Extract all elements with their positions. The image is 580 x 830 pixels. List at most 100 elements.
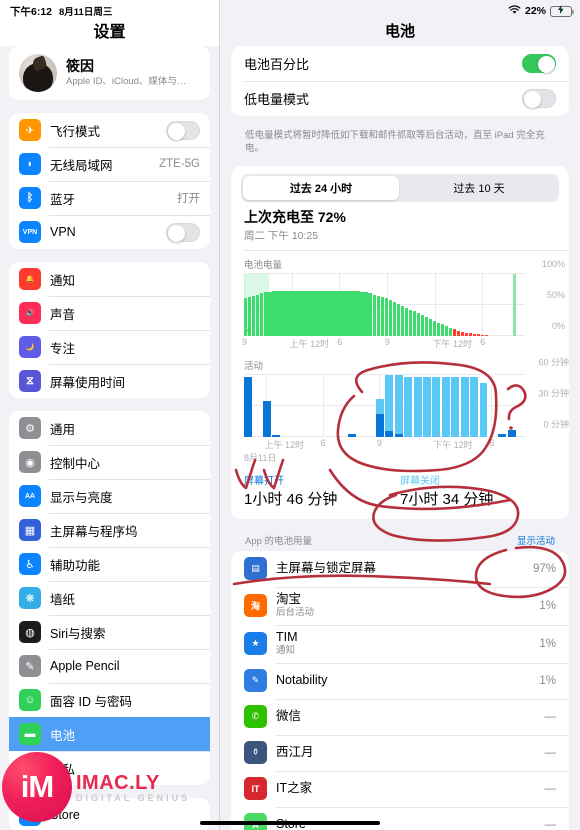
sidebar-item-飞行模式[interactable]: ✈ 飞行模式 bbox=[9, 113, 210, 147]
apps-section-header: App 的电池用量 显示活动 bbox=[231, 527, 569, 551]
app-name: 淘宝 bbox=[276, 591, 302, 606]
sidebar-item-蓝牙[interactable]: ᛒ 蓝牙 打开 bbox=[9, 181, 210, 215]
sidebar-item-辅助功能[interactable]: ♿ 辅助功能 bbox=[9, 547, 210, 581]
battery-bar bbox=[252, 295, 256, 336]
sidebar-item-Apple Pencil[interactable]: ✎ Apple Pencil bbox=[9, 649, 210, 683]
sidebar-item-通用[interactable]: ⚙ 通用 bbox=[9, 411, 210, 445]
battery-bar bbox=[320, 290, 324, 336]
app-usage-row[interactable]: ★ TIM 通知 1% bbox=[231, 624, 569, 663]
sidebar-group-0[interactable]: ✈ 飞行模式 ◗ 无线局域网 ZTE-5G ᛒ 蓝牙 打开 VPN VPN bbox=[9, 113, 210, 249]
wallpaper-icon: ❋ bbox=[19, 587, 41, 609]
battery-bar bbox=[388, 300, 392, 336]
battery-usage-card[interactable]: 过去 24 小时 过去 10 天 上次充电至 72% 周二 下午 10:25 电… bbox=[231, 165, 569, 519]
face-id-icon: ☺ bbox=[19, 689, 41, 711]
gear-icon: ⚙ bbox=[19, 417, 41, 439]
profile-card[interactable]: 筱因 Apple ID、iCloud、媒体与… bbox=[9, 46, 210, 100]
screen-off-summary: 屏幕关闭 7小时 34 分钟 bbox=[400, 472, 556, 509]
battery-scroll[interactable]: 电池百分比 低电量模式 低电量模式将暂时降低如下载和邮件抓取等后台活动，直至 i… bbox=[220, 46, 580, 830]
sidebar-item-Siri与搜索[interactable]: ◍ Siri与搜索 bbox=[9, 615, 210, 649]
app-battery-percent: 97% bbox=[532, 562, 556, 575]
tab-last-10-days[interactable]: 过去 10 天 bbox=[401, 176, 557, 200]
sidebar-toggle-飞行模式[interactable] bbox=[166, 120, 200, 140]
focus-icon: 🌙 bbox=[19, 336, 41, 358]
sidebar-item-控制中心[interactable]: ◉ 控制中心 bbox=[9, 445, 210, 479]
app-name: Notability bbox=[276, 672, 328, 687]
app-battery-percent: — bbox=[544, 746, 557, 759]
tab-last-24-hours[interactable]: 过去 24 小时 bbox=[243, 175, 399, 200]
sidebar-item-墙纸[interactable]: ❋ 墙纸 bbox=[9, 581, 210, 615]
app-battery-percent: — bbox=[544, 710, 557, 723]
app-battery-usage-list[interactable]: ▤ 主屏幕与锁定屏幕 97% 淘淘宝 后台活动 1% ★ TIM 通知 1% ✎ Notability… bbox=[231, 550, 569, 830]
sidebar-item-label: 墙纸 bbox=[50, 592, 76, 607]
battery-percentage-toggle[interactable] bbox=[522, 54, 556, 73]
sidebar-toggle-VPN[interactable] bbox=[166, 222, 200, 242]
activity-bar bbox=[329, 375, 337, 437]
sidebar-group-2[interactable]: ⚙ 通用 ◉ 控制中心 AA 显示与亮度 ▦ 主屏幕与程序坞 ♿ 辅助功能 ❋ 墙纸 ◍ Siri与搜索 ✎… bbox=[9, 411, 210, 785]
battery-bar bbox=[416, 313, 421, 336]
sidebar-item-无线局域网[interactable]: ◗ 无线局域网 ZTE-5G bbox=[9, 147, 210, 181]
battery-bar bbox=[360, 291, 364, 336]
sidebar-group-1[interactable]: 🔔 通知 🔊 声音 🌙 专注 ⧖ 屏幕使用时间 bbox=[9, 262, 210, 398]
activity-bar bbox=[394, 374, 403, 437]
profile-subtitle: Apple ID、iCloud、媒体与… bbox=[66, 75, 187, 87]
app-battery-percent: 1% bbox=[539, 599, 556, 612]
activity-bar bbox=[253, 375, 261, 437]
activity-bar bbox=[338, 375, 346, 437]
sidebar-item-apple-id[interactable]: 筱因 Apple ID、iCloud、媒体与… bbox=[9, 46, 210, 100]
app-battery-percent: 1% bbox=[539, 674, 556, 687]
app-name: 微信 bbox=[276, 708, 302, 723]
watermark-tagline: DIGITAL GENIUS bbox=[76, 792, 191, 803]
battery-toggles-card[interactable]: 电池百分比 低电量模式 bbox=[231, 46, 569, 116]
sidebar-item-面容 ID 与密码[interactable]: ☺ 面容 ID 与密码 bbox=[9, 683, 210, 717]
battery-bar bbox=[364, 292, 368, 336]
display-brightness-icon: AA bbox=[19, 485, 41, 507]
app-name: 主屏幕与锁定屏幕 bbox=[276, 560, 377, 575]
settings-sidebar[interactable]: 设置 筱因 Apple ID、iCloud、媒体与… ✈ 飞行模式 ◗ 无线局域网 ZT… bbox=[0, 0, 220, 830]
sidebar-item-声音[interactable]: 🔊 声音 bbox=[9, 296, 210, 330]
battery-level-chart: 电池电量 0% 50% 100% ⚡ 9 上午 12时 6 9 下午 12时 6 bbox=[231, 251, 569, 352]
battery-icon: ▬ bbox=[19, 723, 41, 745]
sidebar-item-显示与亮度[interactable]: AA 显示与亮度 bbox=[9, 479, 210, 513]
home-lock-screen-icon: ▤ bbox=[244, 557, 267, 581]
activity-bar bbox=[375, 375, 384, 437]
low-power-mode-row[interactable]: 低电量模式 bbox=[231, 81, 569, 116]
app-usage-row[interactable]: ✆ 微信 — bbox=[231, 698, 569, 735]
sidebar-scroll[interactable]: 筱因 Apple ID、iCloud、媒体与… ✈ 飞行模式 ◗ 无线局域网 ZTE-5… bbox=[0, 46, 219, 830]
sidebar-item-VPN[interactable]: VPN VPN bbox=[9, 215, 210, 249]
y-tick-label: 0% bbox=[551, 320, 565, 331]
sidebar-item-label: 通知 bbox=[50, 273, 76, 288]
activity-bar bbox=[272, 375, 281, 437]
sidebar-item-通知[interactable]: 🔔 通知 bbox=[9, 262, 210, 296]
app-usage-row[interactable]: AStore— bbox=[231, 806, 569, 830]
activity-bar bbox=[310, 375, 318, 437]
sidebar-item-label: 蓝牙 bbox=[50, 192, 76, 207]
sidebar-item-主屏幕与程序坞[interactable]: ▦ 主屏幕与程序坞 bbox=[9, 513, 210, 547]
battery-bar bbox=[308, 290, 312, 336]
battery-level-x-axis: 9 上午 12时 6 9 下午 12时 6 bbox=[242, 336, 525, 350]
battery-bar bbox=[304, 290, 308, 336]
low-power-mode-toggle[interactable] bbox=[522, 89, 556, 108]
app-usage-row[interactable]: ⚱ 西江月 — bbox=[231, 734, 569, 771]
battery-bar bbox=[316, 290, 320, 336]
sidebar-item-专注[interactable]: 🌙 专注 bbox=[9, 330, 210, 364]
time-range-segmented-control[interactable]: 过去 24 小时 过去 10 天 bbox=[231, 166, 569, 206]
app-activity-subtitle: 后台活动 bbox=[276, 607, 315, 619]
x-tick-label: 6 bbox=[320, 437, 326, 448]
battery-percentage-row[interactable]: 电池百分比 bbox=[231, 46, 569, 81]
sidebar-groups[interactable]: ✈ 飞行模式 ◗ 无线局域网 ZTE-5G ᛒ 蓝牙 打开 VPN VPN 🔔 通知 🔊 声音 🌙 专注 ⧖ 屏幕… bbox=[9, 113, 210, 830]
low-power-mode-footnote: 低电量模式将暂时降低如下载和邮件抓取等后台活动，直至 iPad 完全充电。 bbox=[245, 130, 545, 155]
activity-bar bbox=[301, 375, 309, 437]
activity-bar bbox=[441, 375, 450, 437]
battery-bar bbox=[264, 292, 268, 336]
show-activity-link[interactable]: 显示活动 bbox=[517, 533, 555, 547]
app-usage-row[interactable]: ✎ Notability 1% bbox=[231, 662, 569, 699]
app-usage-row[interactable]: 淘淘宝 后台活动 1% bbox=[231, 586, 569, 625]
battery-bar bbox=[284, 290, 288, 336]
app-usage-row[interactable]: ▤ 主屏幕与锁定屏幕 97% bbox=[231, 551, 569, 587]
sidebar-item-电池[interactable]: ▬ 电池 bbox=[9, 717, 210, 751]
activity-bar bbox=[262, 375, 271, 437]
sidebar-item-屏幕使用时间[interactable]: ⧖ 屏幕使用时间 bbox=[9, 364, 210, 398]
battery-percent-label: 22% bbox=[524, 5, 546, 17]
app-usage-row[interactable]: IT IT之家 — bbox=[231, 770, 569, 807]
last-charge-headline: 上次充电至 72% bbox=[244, 208, 346, 225]
